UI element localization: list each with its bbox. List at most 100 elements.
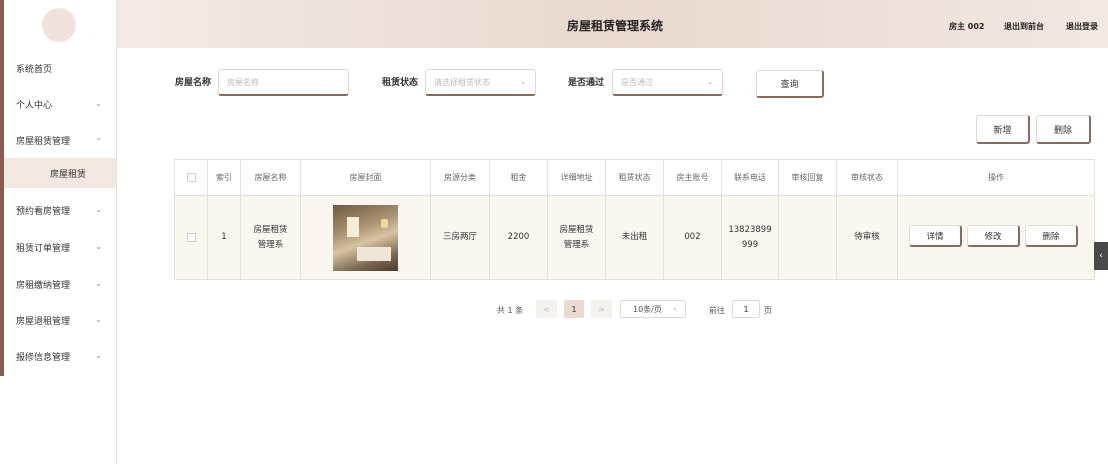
- passed-label: 是否通过: [568, 78, 605, 88]
- index-cell: 1: [208, 196, 241, 279]
- col-header: 房主账号: [664, 160, 722, 195]
- page-title: 房屋租赁管理系统: [567, 19, 664, 33]
- col-header: 房屋名称: [241, 160, 301, 195]
- sidebar-item-label: 房屋退租管理: [16, 316, 71, 327]
- row-select-cell: [175, 196, 208, 279]
- status-cell: 未出租: [606, 196, 664, 279]
- col-header: 房屋封面: [301, 160, 431, 195]
- page-suffix: 页: [764, 306, 772, 315]
- table-header: 索引 房屋名称 房屋封面 房源分类 租金 详细地址 租赁状态 房主账号 联系电话…: [175, 160, 1094, 196]
- chevron-down-icon: ⌄: [95, 99, 102, 108]
- chevron-down-icon: ⌄: [95, 242, 102, 251]
- sidebar-item-viewing[interactable]: 预约看房管理 ⌄: [4, 192, 116, 228]
- category-cell: 三房两厅: [431, 196, 490, 279]
- chevron-down-icon: ⌄: [95, 351, 102, 360]
- chevron-left-icon[interactable]: ‹: [1094, 242, 1108, 270]
- cover-lamp: [381, 218, 388, 228]
- sidebar-item-repair[interactable]: 报修信息管理 ⌄: [4, 338, 116, 374]
- col-header: 详细地址: [548, 160, 606, 195]
- chevron-down-icon: ⌄: [672, 304, 678, 312]
- sidebar-item-label: 个人中心: [16, 100, 53, 111]
- select-all-checkbox[interactable]: [186, 173, 196, 182]
- col-header: 联系电话: [722, 160, 779, 195]
- logout-link[interactable]: 退出登录: [1066, 21, 1098, 32]
- data-table: 索引 房屋名称 房屋封面 房源分类 租金 详细地址 租赁状态 房主账号 联系电话…: [174, 159, 1095, 280]
- name-placeholder: 房屋名称: [227, 77, 259, 87]
- select-all-cell: [175, 160, 208, 195]
- page-size-select[interactable]: 10条/页 ⌄: [620, 300, 686, 318]
- col-header: 索引: [208, 160, 241, 195]
- goto-page-input[interactable]: 1: [732, 300, 760, 318]
- back-to-front-link[interactable]: 退出到前台: [1004, 21, 1044, 32]
- col-header: 租赁状态: [606, 160, 664, 195]
- sidebar-item-label: 报修信息管理: [16, 352, 71, 363]
- avatar[interactable]: [42, 8, 76, 42]
- sidebar-item-label: 租赁订单管理: [16, 243, 71, 254]
- add-button[interactable]: 新增: [976, 115, 1030, 144]
- sidebar-item-personal[interactable]: 个人中心 ⌄: [4, 86, 116, 122]
- name-input[interactable]: 房屋名称: [218, 69, 349, 96]
- status-select[interactable]: 请选择租赁状态 ⌄: [425, 69, 536, 96]
- goto-label: 前往: [709, 306, 725, 315]
- sidebar-subitem-label: 房屋租赁: [50, 169, 87, 180]
- sidebar-item-label: 系统首页: [16, 64, 53, 75]
- rent-cell: 2200: [490, 196, 548, 279]
- chevron-down-icon: ⌄: [520, 78, 526, 86]
- passed-placeholder: 是否通过: [621, 77, 653, 87]
- phone-line: 999: [741, 239, 759, 250]
- col-header: 租金: [490, 160, 548, 195]
- passed-select[interactable]: 是否通过 ⌄: [612, 69, 723, 96]
- pagination-total: 共 1 条: [497, 306, 524, 315]
- name-label: 房屋名称: [175, 78, 212, 88]
- sidebar-item-orders[interactable]: 租赁订单管理 ⌄: [4, 229, 116, 265]
- sidebar-item-payment[interactable]: 房租缴纳管理 ⌄: [4, 266, 116, 302]
- app-root: 系统首页 个人中心 ⌄ 房屋租赁管理 ⌃ 房屋租赁 预约看房管理 ⌄ 租赁订单管…: [0, 0, 1108, 464]
- col-header: 操作: [988, 173, 1004, 182]
- next-page-button[interactable]: >: [591, 300, 612, 318]
- sidebar-subitem-rental[interactable]: 房屋租赁: [4, 158, 116, 188]
- header-user: 房主 002: [949, 22, 985, 31]
- cover-window: [347, 216, 359, 237]
- page-size-value: 10条/页: [633, 304, 662, 314]
- name-line: 管理系: [257, 239, 284, 250]
- reply-cell: [779, 196, 837, 279]
- row-delete-button[interactable]: 删除: [1025, 225, 1078, 247]
- header: 房屋租赁管理系统 房主 002 退出到前台 退出登录: [117, 0, 1108, 48]
- sidebar-item-rental-management[interactable]: 房屋租赁管理 ⌃: [4, 122, 116, 158]
- sidebar-item-label: 预约看房管理: [16, 206, 71, 217]
- col-header: 审核状态: [837, 160, 898, 195]
- name-cell: 房屋租赁 管理系: [241, 196, 301, 279]
- query-button[interactable]: 查询: [756, 70, 824, 98]
- name-line: 房屋租赁: [253, 224, 288, 235]
- col-header: 房源分类: [431, 160, 490, 195]
- owner-cell: 002: [664, 196, 722, 279]
- status-label: 租赁状态: [382, 78, 419, 88]
- edit-button[interactable]: 修改: [967, 225, 1020, 247]
- status-placeholder: 请选择租赁状态: [434, 77, 490, 87]
- cover-cell: [301, 196, 431, 279]
- sidebar: 系统首页 个人中心 ⌄ 房屋租赁管理 ⌃ 房屋租赁 预约看房管理 ⌄ 租赁订单管…: [0, 0, 117, 464]
- chevron-down-icon: ⌄: [95, 205, 102, 214]
- current-page[interactable]: 1: [564, 300, 584, 318]
- delete-button[interactable]: 删除: [1036, 115, 1091, 144]
- cover-bed: [357, 246, 391, 261]
- phone-line: 13823899: [728, 224, 772, 235]
- address-line: 管理系: [563, 239, 590, 250]
- prev-page-button[interactable]: <: [536, 300, 557, 318]
- chevron-down-icon: ⌄: [95, 315, 102, 324]
- audit-cell: 待审核: [837, 196, 898, 279]
- address-cell: 房屋租赁 管理系: [548, 196, 606, 279]
- chevron-down-icon: ⌄: [95, 279, 102, 288]
- sidebar-item-label: 房租缴纳管理: [16, 280, 71, 291]
- detail-button[interactable]: 详情: [909, 225, 962, 247]
- row-checkbox[interactable]: [186, 233, 196, 242]
- col-header: 审核回复: [779, 160, 837, 195]
- sidebar-item-label: 房屋租赁管理: [16, 136, 71, 147]
- chevron-up-icon: ⌃: [95, 137, 102, 146]
- sidebar-item-home[interactable]: 系统首页: [4, 50, 116, 86]
- chevron-down-icon: ⌄: [707, 78, 713, 86]
- phone-cell: 13823899 999: [722, 196, 779, 279]
- address-line: 房屋租赁: [559, 224, 594, 235]
- house-cover-image[interactable]: [333, 204, 398, 271]
- sidebar-item-checkout[interactable]: 房屋退租管理 ⌄: [4, 302, 116, 338]
